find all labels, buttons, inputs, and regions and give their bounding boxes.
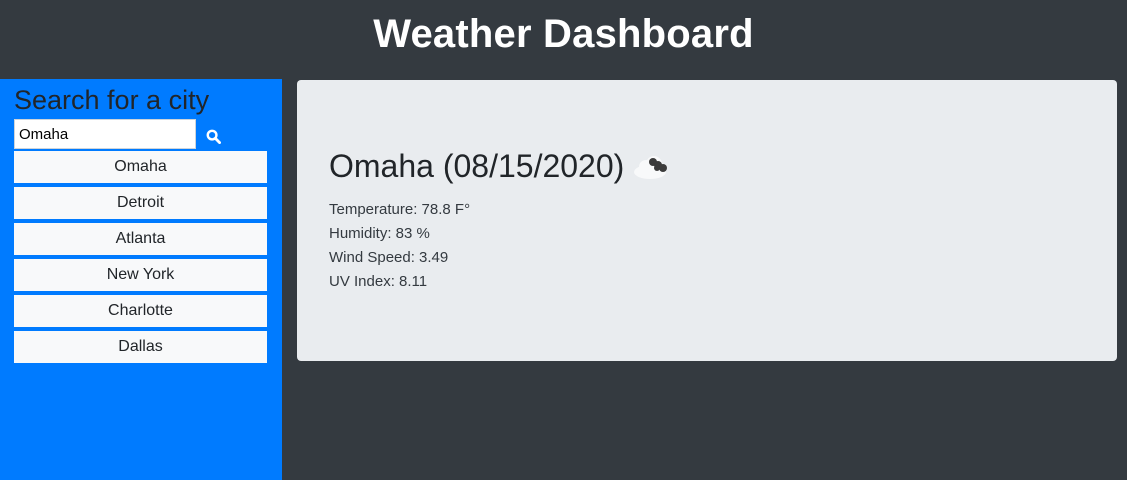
city-search-input[interactable]: [14, 119, 196, 149]
city-button-omaha[interactable]: Omaha: [14, 151, 267, 183]
search-icon: [206, 129, 221, 144]
city-history-list: Omaha Detroit Atlanta New York Charlotte…: [14, 151, 268, 363]
city-button-new-york[interactable]: New York: [14, 259, 267, 291]
current-weather-header: Omaha (08/15/2020): [329, 146, 1085, 186]
city-button-atlanta[interactable]: Atlanta: [14, 223, 267, 255]
temperature-text: Temperature: 78.8 F°: [329, 201, 471, 218]
uv-index-text: UV Index: 8.11: [329, 273, 428, 290]
city-button-charlotte[interactable]: Charlotte: [14, 295, 267, 327]
current-weather-card: Omaha (08/15/2020) Temperature: 78.8 F° …: [297, 80, 1117, 361]
sidebar: Search for a city Omaha Detroit Atlanta …: [0, 79, 282, 480]
search-row: [14, 118, 268, 150]
humidity-text: Humidity: 83 %: [329, 225, 430, 242]
city-date-title: Omaha (08/15/2020): [329, 147, 625, 184]
search-button[interactable]: [196, 121, 230, 151]
weather-stats: Temperature: 78.8 F° Humidity: 83 % Wind…: [329, 198, 1085, 294]
search-heading: Search for a city: [14, 85, 210, 115]
cloud-icon: [632, 153, 672, 186]
wind-speed-text: Wind Speed: 3.49: [329, 249, 449, 266]
city-button-dallas[interactable]: Dallas: [14, 331, 267, 363]
app-header: Weather Dashboard: [0, 0, 1127, 79]
city-button-detroit[interactable]: Detroit: [14, 187, 267, 219]
page-title: Weather Dashboard: [373, 12, 754, 56]
